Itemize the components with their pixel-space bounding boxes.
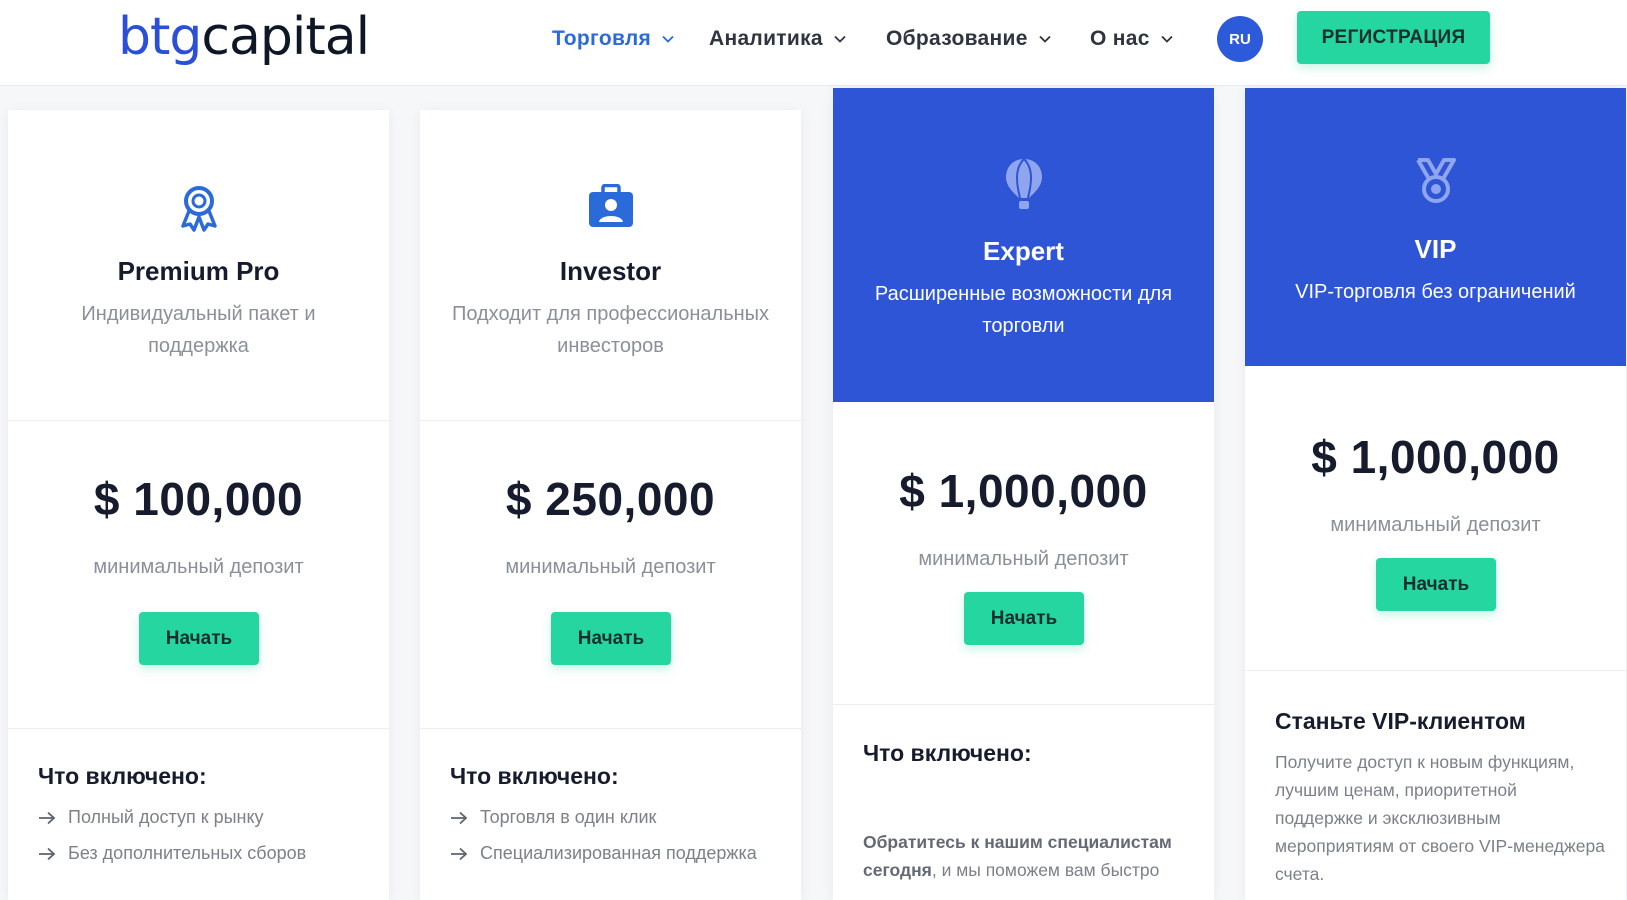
paragraph-text: , и мы поможем вам быстро xyxy=(931,860,1160,880)
start-button[interactable]: Начать xyxy=(964,592,1084,645)
chevron-down-icon xyxy=(834,35,846,43)
start-button[interactable]: Начать xyxy=(551,612,671,665)
medal-icon xyxy=(1415,158,1456,203)
register-button[interactable]: РЕГИСТРАЦИЯ xyxy=(1297,11,1490,64)
plan-price: $ 1,000,000 xyxy=(899,465,1148,517)
feature-item: Специализированная поддержка xyxy=(450,843,757,864)
included-title: Что включено: xyxy=(863,740,1032,766)
plan-header xyxy=(1245,88,1626,366)
plan-title: Premium Pro xyxy=(117,256,280,286)
feature-item: Полный доступ к рынку xyxy=(38,807,264,828)
divider xyxy=(833,704,1214,705)
contact-paragraph: Обратитесь к нашим специалистам сегодня,… xyxy=(863,828,1193,884)
plan-subtitle: VIP-торговля без ограничений xyxy=(1295,281,1576,303)
nav-label: Образование xyxy=(886,27,1028,50)
chevron-down-icon xyxy=(1039,35,1051,43)
deposit-label: минимальный депозит xyxy=(1330,514,1541,536)
plan-subtitle: Подходит для профессиональных инвесторов xyxy=(451,303,770,357)
plan-price: $ 100,000 xyxy=(93,473,304,525)
plan-title: VIP xyxy=(1414,234,1457,264)
divider xyxy=(8,420,389,421)
logo-part-1: btg xyxy=(118,7,202,67)
site-header: btgcapital Торговля Аналитика Образовани… xyxy=(0,0,1627,86)
deposit-label: минимальный депозит xyxy=(918,548,1129,570)
vip-title: Станьте VIP-клиентом xyxy=(1275,708,1526,734)
plan-card-investor: Investor Подходит для профессиональных и… xyxy=(420,110,801,900)
plan-title: Investor xyxy=(559,256,662,286)
plan-subtitle: Расширенные возможности для торговли xyxy=(874,283,1173,337)
logo[interactable]: btgcapital xyxy=(118,4,370,70)
divider xyxy=(8,728,389,729)
briefcase-user-icon xyxy=(588,184,633,227)
plan-price: $ 1,000,000 xyxy=(1311,431,1560,483)
arrow-right-icon xyxy=(39,847,56,860)
feature-text: Полный доступ к рынку xyxy=(68,807,264,827)
divider xyxy=(1245,670,1626,671)
plan-card-vip: VIP VIP-торговля без ограничений $ 1,000… xyxy=(1245,88,1626,900)
plan-price: $ 250,000 xyxy=(505,473,716,525)
hot-air-balloon-icon xyxy=(1005,158,1042,209)
nav-label: О нас xyxy=(1090,27,1150,50)
included-title: Что включено: xyxy=(38,763,207,789)
plan-card-expert: Expert Расширенные возможности для торго… xyxy=(833,88,1214,900)
vip-paragraph: Получите доступ к новым функциям, лучшим… xyxy=(1275,752,1605,884)
divider xyxy=(420,420,801,421)
arrow-right-icon xyxy=(451,847,468,860)
plan-subtitle: Индивидуальный пакет и поддержка xyxy=(81,303,316,357)
included-title: Что включено: xyxy=(450,763,619,789)
deposit-label: минимальный депозит xyxy=(505,556,716,578)
deposit-label: минимальный депозит xyxy=(93,556,304,578)
feature-text: Без дополнительных сборов xyxy=(68,843,307,863)
nav-label: Аналитика xyxy=(709,27,823,50)
nav-item-education[interactable]: Образование xyxy=(886,26,1052,52)
start-button[interactable]: Начать xyxy=(139,612,259,665)
logo-part-2: capital xyxy=(201,7,370,67)
feature-text: Специализированная поддержка xyxy=(480,843,757,863)
plan-title: Expert xyxy=(983,236,1064,266)
feature-item: Торговля в один клик xyxy=(450,807,656,828)
nav-item-about[interactable]: О нас xyxy=(1090,26,1174,52)
chevron-down-icon xyxy=(1161,35,1173,43)
nav-label: Торговля xyxy=(552,27,652,50)
language-switcher[interactable]: RU xyxy=(1217,16,1263,62)
nav-item-trading[interactable]: Торговля xyxy=(552,26,675,52)
arrow-right-icon xyxy=(39,811,56,824)
divider xyxy=(420,728,801,729)
arrow-right-icon xyxy=(451,811,468,824)
award-icon xyxy=(180,186,217,232)
nav-item-analytics[interactable]: Аналитика xyxy=(709,26,847,52)
chevron-down-icon xyxy=(662,35,674,43)
feature-item: Без дополнительных сборов xyxy=(38,843,306,864)
plan-card-premium-pro: Premium Pro Индивидуальный пакет и подде… xyxy=(8,110,389,900)
feature-text: Торговля в один клик xyxy=(480,807,657,827)
start-button[interactable]: Начать xyxy=(1376,558,1496,611)
